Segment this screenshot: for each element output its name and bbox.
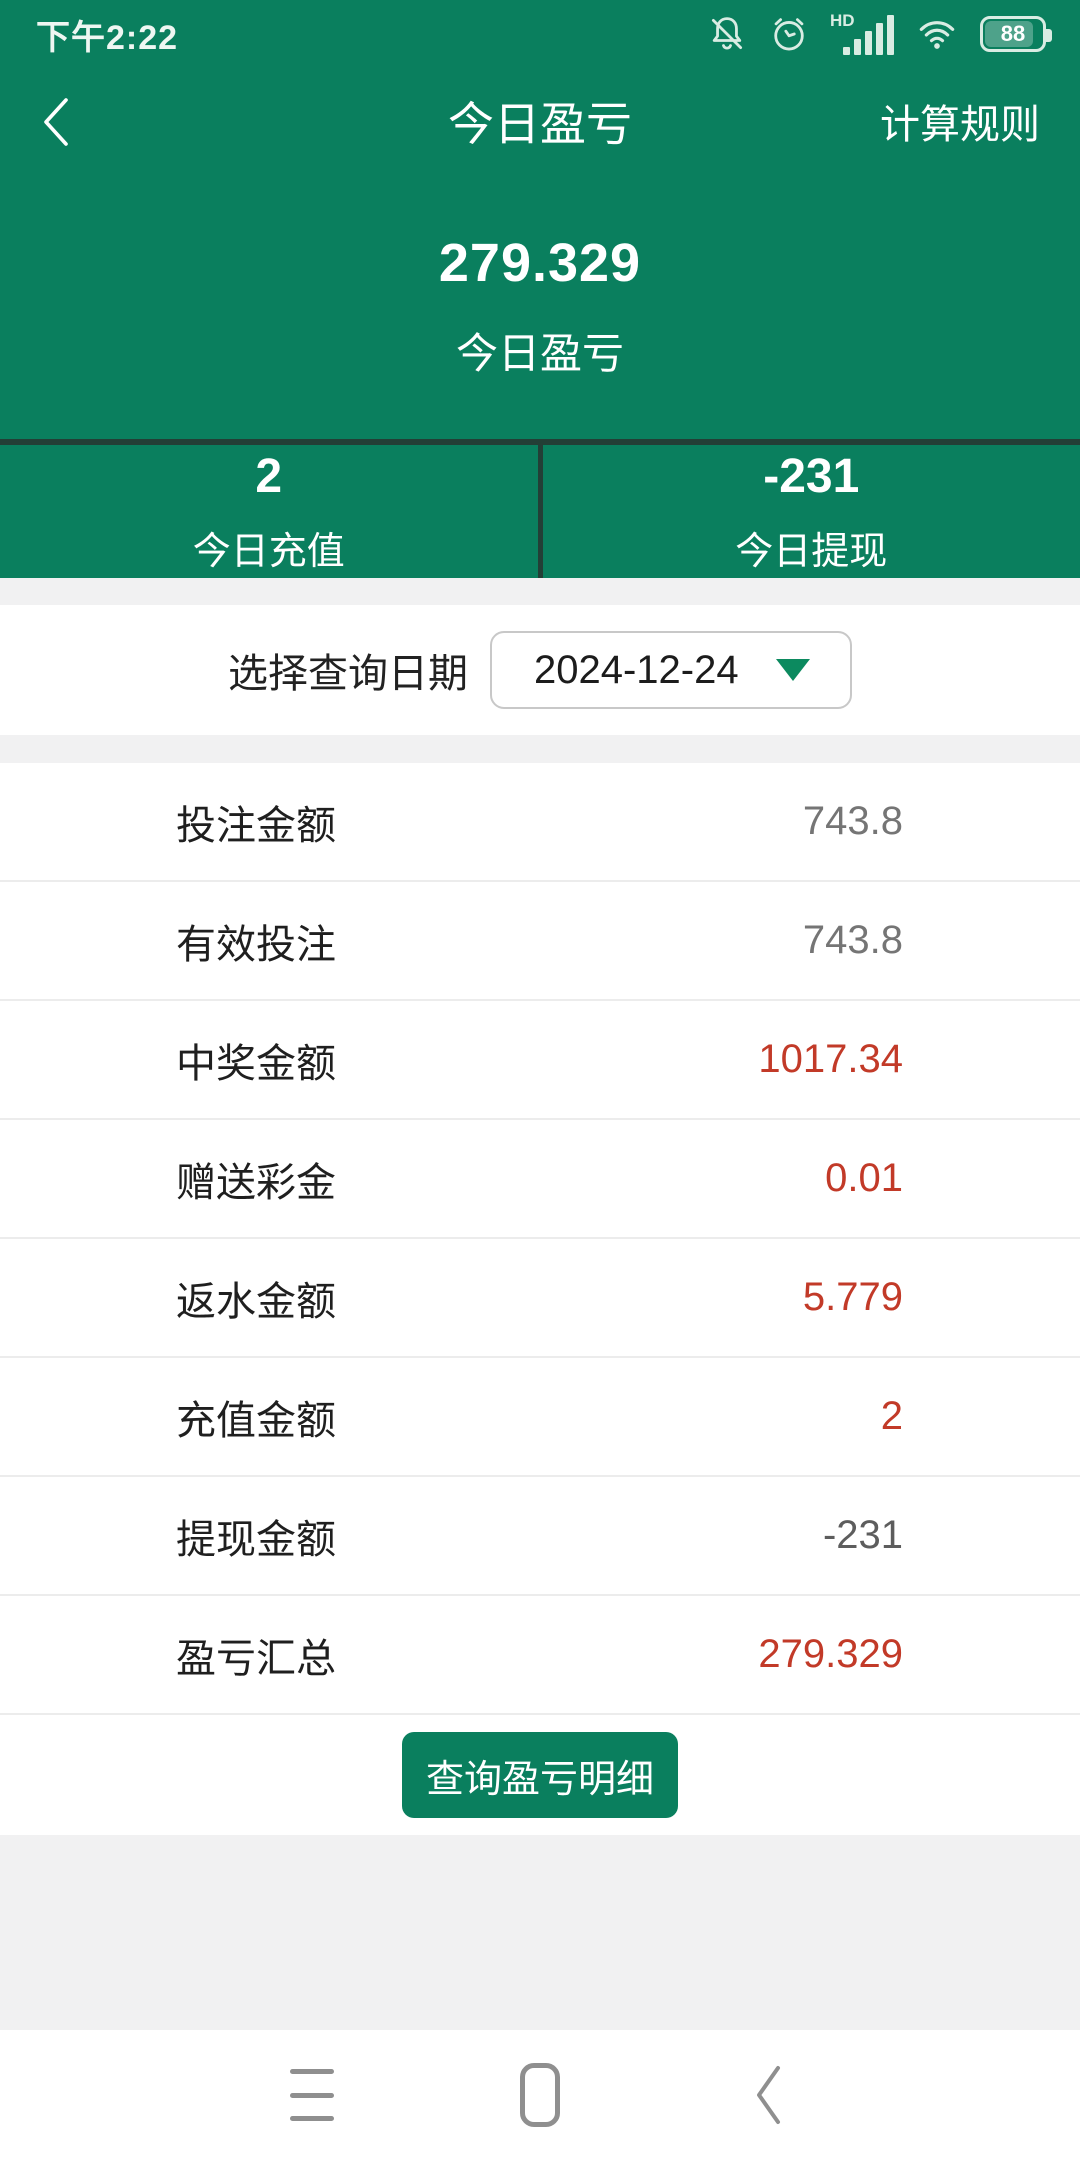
- row-label: 赠送彩金: [176, 1150, 336, 1208]
- nav-home-button[interactable]: [516, 2060, 564, 2130]
- alarm-icon: [768, 13, 810, 55]
- stat-withdraw-label: 今日提现: [735, 520, 887, 575]
- button-section: 查询盈亏明细: [0, 1715, 1080, 1835]
- status-icons: HD 88: [706, 11, 1046, 57]
- row-value: 279.329: [758, 1632, 903, 1677]
- row-value: 0.01: [825, 1156, 903, 1201]
- summary-row: 提现金额 -231: [0, 1477, 1080, 1596]
- hero-label: 今日盈亏: [456, 320, 624, 381]
- date-picker-label: 选择查询日期: [228, 641, 468, 699]
- row-label: 盈亏汇总: [176, 1626, 336, 1684]
- row-value: 743.8: [803, 799, 903, 844]
- stat-recharge: 2 今日充值: [0, 445, 538, 578]
- stat-withdraw: -231 今日提现: [538, 445, 1080, 578]
- stat-recharge-label: 今日充值: [193, 520, 345, 575]
- hero-summary: 279.329 今日盈亏: [0, 180, 1080, 439]
- hd-signal-icon: HD: [830, 11, 894, 57]
- row-value: -231: [823, 1513, 903, 1558]
- summary-row: 赠送彩金 0.01: [0, 1120, 1080, 1239]
- query-detail-button[interactable]: 查询盈亏明细: [402, 1732, 678, 1818]
- date-picker-section: 选择查询日期 2024-12-24: [0, 605, 1080, 735]
- hero-stats: 2 今日充值 -231 今日提现: [0, 439, 1080, 578]
- wifi-icon: [914, 14, 960, 54]
- android-nav-bar: [0, 2030, 1080, 2160]
- battery-percent: 88: [983, 21, 1043, 47]
- calc-rules-link[interactable]: 计算规则: [880, 62, 1040, 180]
- battery-icon: 88: [980, 16, 1046, 52]
- row-value: 2: [881, 1394, 903, 1439]
- row-value: 5.779: [803, 1275, 903, 1320]
- date-dropdown[interactable]: 2024-12-24: [490, 631, 852, 709]
- nav-back-button[interactable]: [744, 2060, 792, 2130]
- row-label: 有效投注: [176, 912, 336, 970]
- summary-row: 有效投注 743.8: [0, 882, 1080, 1001]
- summary-list: 投注金额 743.8 有效投注 743.8 中奖金额 1017.34 赠送彩金 …: [0, 763, 1080, 1715]
- row-label: 返水金额: [176, 1269, 336, 1327]
- spacer: [0, 1835, 1080, 2030]
- row-value: 1017.34: [758, 1037, 903, 1082]
- row-label: 中奖金额: [176, 1031, 336, 1089]
- stat-withdraw-value: -231: [763, 449, 859, 504]
- app-bar: 今日盈亏 计算规则: [0, 62, 1080, 180]
- spacer: [0, 735, 1080, 763]
- hero-header: 下午2:22 HD: [0, 0, 1080, 578]
- summary-row: 投注金额 743.8: [0, 763, 1080, 882]
- hero-value: 279.329: [439, 232, 641, 294]
- status-bar: 下午2:22 HD: [0, 0, 1080, 62]
- back-icon: [752, 2062, 784, 2128]
- status-time: 下午2:22: [36, 10, 178, 59]
- date-dropdown-value: 2024-12-24: [534, 648, 739, 693]
- summary-row: 中奖金额 1017.34: [0, 1001, 1080, 1120]
- home-icon: [520, 2063, 560, 2127]
- menu-icon: [290, 2069, 334, 2121]
- summary-row: 返水金额 5.779: [0, 1239, 1080, 1358]
- summary-row: 充值金额 2: [0, 1358, 1080, 1477]
- notifications-off-icon: [706, 13, 748, 55]
- nav-menu-button[interactable]: [288, 2060, 336, 2130]
- row-label: 充值金额: [176, 1388, 336, 1446]
- profit-loss-screen: 下午2:22 HD: [0, 0, 1080, 2160]
- row-label: 提现金额: [176, 1507, 336, 1565]
- stat-recharge-value: 2: [255, 449, 282, 504]
- summary-row: 盈亏汇总 279.329: [0, 1596, 1080, 1715]
- row-label: 投注金额: [176, 793, 336, 851]
- row-value: 743.8: [803, 918, 903, 963]
- spacer: [0, 578, 1080, 605]
- dropdown-caret-icon: [776, 659, 810, 681]
